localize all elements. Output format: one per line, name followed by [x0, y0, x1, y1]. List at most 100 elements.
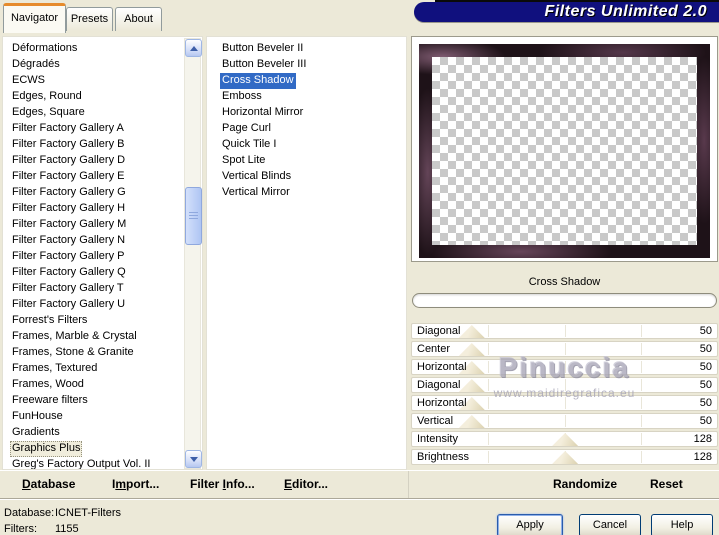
slider-row[interactable]: Vertical 50 — [411, 413, 718, 429]
slider-tick — [640, 451, 642, 463]
filter-list-item[interactable]: Vertical Mirror — [207, 184, 406, 200]
database-button[interactable]: Database — [22, 477, 75, 491]
category-list-item[interactable]: Forrest's Filters — [3, 312, 202, 328]
category-list-item[interactable]: Dégradés — [3, 56, 202, 72]
slider-label: Vertical — [417, 415, 454, 427]
category-list-item-label: Forrest's Filters — [12, 314, 88, 326]
category-list-item[interactable]: Frames, Marble & Crystal — [3, 328, 202, 344]
category-list-item[interactable]: Filter Factory Gallery E — [3, 168, 202, 184]
selected-filter-name: Cross Shadow — [528, 276, 601, 288]
category-list-item[interactable]: Filter Factory Gallery M — [3, 216, 202, 232]
slider-thumb[interactable] — [458, 379, 485, 392]
category-list-item[interactable]: Filter Factory Gallery P — [3, 248, 202, 264]
tab-about[interactable]: About — [115, 7, 162, 31]
transparency-checker — [432, 57, 697, 245]
filter-list-item-label: Vertical Mirror — [222, 186, 290, 198]
category-list-item-label: Filter Factory Gallery E — [12, 170, 125, 182]
filter-list-item[interactable]: Page Curl — [207, 120, 406, 136]
editor-button[interactable]: Editor... — [284, 477, 328, 491]
filter-list-item-label: Page Curl — [222, 122, 271, 134]
slider-row[interactable]: Center 50 — [411, 341, 718, 357]
randomize-button[interactable]: Randomize — [553, 477, 617, 491]
slider-thumb[interactable] — [458, 415, 485, 428]
help-button[interactable]: Help — [651, 514, 713, 535]
filter-list-item-label: Spot Lite — [222, 154, 266, 166]
filter-list-item[interactable]: Emboss — [207, 88, 406, 104]
slider-row[interactable]: Diagonal 50 — [411, 377, 718, 393]
category-list-item[interactable]: Filter Factory Gallery T — [3, 280, 202, 296]
category-list-item[interactable]: Filter Factory Gallery H — [3, 200, 202, 216]
category-list-item[interactable]: Filter Factory Gallery D — [3, 152, 202, 168]
scrollbar-down-button[interactable] — [185, 450, 202, 468]
category-list-item[interactable]: Greg's Factory Output Vol. II — [3, 456, 202, 469]
import-button[interactable]: Import... — [112, 477, 159, 491]
scrollbar-thumb[interactable] — [185, 187, 202, 245]
category-list-item[interactable]: Filter Factory Gallery U — [3, 296, 202, 312]
slider-row[interactable]: Intensity 128 — [411, 431, 718, 447]
status-filters-label: Filters: — [4, 523, 37, 535]
category-list-item-label: Filter Factory Gallery M — [12, 218, 127, 230]
slider-tick — [488, 361, 490, 373]
slider-value: 50 — [699, 361, 712, 373]
tab-navigator-label: Navigator — [10, 12, 59, 24]
category-list[interactable]: Déformations Dégradés ECWS Edges, Round … — [2, 36, 203, 470]
app-title: Filters Unlimited 2.0 — [544, 3, 707, 20]
slider-tick — [488, 451, 490, 463]
tab-presets[interactable]: Presets — [66, 7, 113, 31]
slider-thumb[interactable] — [458, 325, 485, 338]
category-list-item[interactable]: Edges, Round — [3, 88, 202, 104]
slider-thumb[interactable] — [552, 433, 579, 446]
filter-list-item[interactable]: Button Beveler III — [207, 56, 406, 72]
category-list-item[interactable]: Filter Factory Gallery B — [3, 136, 202, 152]
category-list-item-label: Edges, Square — [12, 106, 85, 118]
category-list-item[interactable]: Freeware filters — [3, 392, 202, 408]
slider-tick — [564, 325, 566, 337]
slider-value: 50 — [699, 325, 712, 337]
slider-tick — [640, 343, 642, 355]
slider-tick — [488, 343, 490, 355]
filter-list-item[interactable]: Vertical Blinds — [207, 168, 406, 184]
category-list-item[interactable]: Filter Factory Gallery G — [3, 184, 202, 200]
category-list-item[interactable]: Graphics Plus — [3, 440, 202, 457]
category-list-item-label: Graphics Plus — [10, 441, 83, 457]
category-list-item[interactable]: ECWS — [3, 72, 202, 88]
slider-value: 50 — [699, 343, 712, 355]
slider-label: Intensity — [417, 433, 458, 445]
tab-navigator[interactable]: Navigator — [3, 3, 66, 33]
filter-list-item[interactable]: Quick Tile I — [207, 136, 406, 152]
category-list-item[interactable]: Déformations — [3, 40, 202, 56]
category-list-item[interactable]: Edges, Square — [3, 104, 202, 120]
category-list-item[interactable]: Gradients — [3, 424, 202, 440]
category-list-scrollbar[interactable] — [184, 38, 202, 469]
filter-info-button[interactable]: Filter Info... — [190, 477, 255, 491]
filter-list[interactable]: Button Beveler II Button Beveler III Cro… — [206, 36, 407, 470]
category-list-item-label: FunHouse — [12, 410, 63, 422]
category-list-item[interactable]: Filter Factory Gallery N — [3, 232, 202, 248]
slider-thumb[interactable] — [458, 343, 485, 356]
category-list-item[interactable]: Frames, Wood — [3, 376, 202, 392]
slider-row[interactable]: Diagonal 50 — [411, 323, 718, 339]
slider-tick — [488, 415, 490, 427]
scrollbar-up-button[interactable] — [185, 39, 202, 57]
slider-row[interactable]: Horizontal 50 — [411, 395, 718, 411]
category-list-item[interactable]: Filter Factory Gallery A — [3, 120, 202, 136]
filter-list-item[interactable]: Cross Shadow — [207, 72, 406, 89]
category-list-item-label: Filter Factory Gallery H — [12, 202, 126, 214]
cancel-button[interactable]: Cancel — [579, 514, 641, 535]
reset-button[interactable]: Reset — [650, 477, 683, 491]
slider-thumb[interactable] — [552, 451, 579, 464]
slider-label: Diagonal — [417, 325, 461, 337]
slider-row[interactable]: Horizontal 50 — [411, 359, 718, 375]
category-list-item[interactable]: FunHouse — [3, 408, 202, 424]
slider-tick — [488, 325, 490, 337]
slider-label: Horizontal — [417, 397, 467, 409]
category-list-item[interactable]: Frames, Textured — [3, 360, 202, 376]
slider-row[interactable]: Brightness 128 — [411, 449, 718, 465]
filter-list-item[interactable]: Spot Lite — [207, 152, 406, 168]
apply-button[interactable]: Apply — [497, 514, 563, 535]
filter-list-item[interactable]: Button Beveler II — [207, 40, 406, 56]
category-list-item-label: ECWS — [12, 74, 45, 86]
category-list-item[interactable]: Filter Factory Gallery Q — [3, 264, 202, 280]
category-list-item[interactable]: Frames, Stone & Granite — [3, 344, 202, 360]
filter-list-item[interactable]: Horizontal Mirror — [207, 104, 406, 120]
